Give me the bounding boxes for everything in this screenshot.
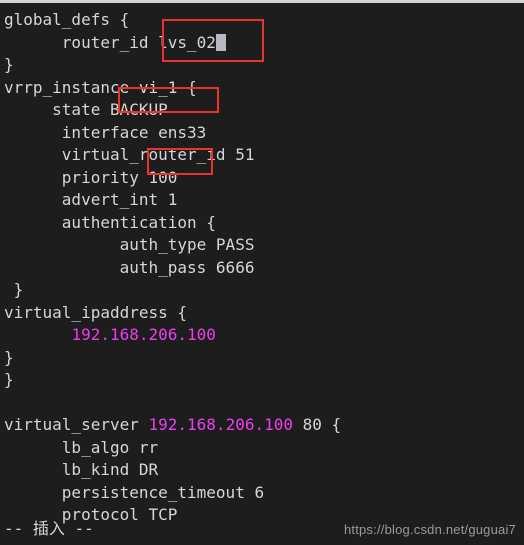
vim-editor-area[interactable]: global_defs { router_id lvs_02} vrrp_inst…	[0, 3, 524, 545]
code-line: persistence_timeout 6	[4, 482, 524, 505]
code-text: }	[4, 280, 24, 299]
code-text: router_id lvs_02	[4, 32, 216, 52]
code-text: advert_int 1	[4, 190, 178, 209]
code-line: 192.168.206.100	[4, 324, 524, 347]
code-line: global_defs {	[4, 9, 524, 32]
code-line: virtual_ipaddress {	[4, 302, 524, 325]
code-text: persistence_timeout 6	[4, 482, 265, 502]
config-file-content: global_defs { router_id lvs_02} vrrp_inst…	[4, 9, 524, 545]
code-text: auth_type PASS	[4, 235, 255, 254]
code-text: auth_pass 6666	[4, 257, 255, 277]
ip-address-token: 192.168.206.100	[71, 325, 216, 344]
terminal-window: global_defs { router_id lvs_02} vrrp_inst…	[0, 0, 524, 545]
code-text: lb_kind DR	[4, 460, 159, 479]
code-text: virtual_ipaddress {	[4, 302, 188, 322]
code-line: virtual_server 192.168.206.100 80 {	[4, 414, 524, 437]
text-cursor	[215, 33, 226, 51]
ip-address-token: 192.168.206.100	[148, 415, 294, 434]
code-text: }	[4, 55, 14, 74]
code-line: priority 100	[4, 167, 524, 190]
code-line: interface ens33	[4, 122, 524, 145]
code-line: }	[4, 54, 524, 77]
code-text: interface ens33	[4, 122, 207, 142]
code-text: virtual_router_id 51	[4, 145, 255, 164]
code-line: }	[4, 279, 524, 302]
code-text: authentication {	[4, 212, 216, 232]
code-line: }	[4, 347, 524, 370]
code-text: lb_algo rr	[4, 437, 159, 457]
code-line: auth_type PASS	[4, 234, 524, 257]
watermark-url: https://blog.csdn.net/guguai7	[343, 522, 516, 537]
code-line: vrrp_instance vi_1 {	[4, 77, 524, 100]
code-text: virtual_server	[4, 415, 149, 434]
code-line: authentication {	[4, 212, 524, 235]
code-text-suffix: 80 {	[293, 415, 342, 434]
code-text: priority 100	[4, 167, 178, 187]
code-text: state BACKUP	[4, 100, 168, 119]
vim-status-line: -- 插入 --	[4, 519, 94, 538]
code-line: }	[4, 369, 524, 392]
code-line: lb_kind DR	[4, 459, 524, 482]
code-text: vrrp_instance vi_1 {	[4, 77, 197, 97]
code-text: }	[4, 370, 14, 389]
code-line: auth_pass 6666	[4, 257, 524, 280]
code-text: }	[4, 347, 14, 367]
code-line: lb_algo rr	[4, 437, 524, 460]
code-text: global_defs {	[4, 10, 130, 29]
code-line: state BACKUP	[4, 99, 524, 122]
code-line: virtual_router_id 51	[4, 144, 524, 167]
code-line: router_id lvs_02	[4, 32, 524, 55]
code-line: advert_int 1	[4, 189, 524, 212]
